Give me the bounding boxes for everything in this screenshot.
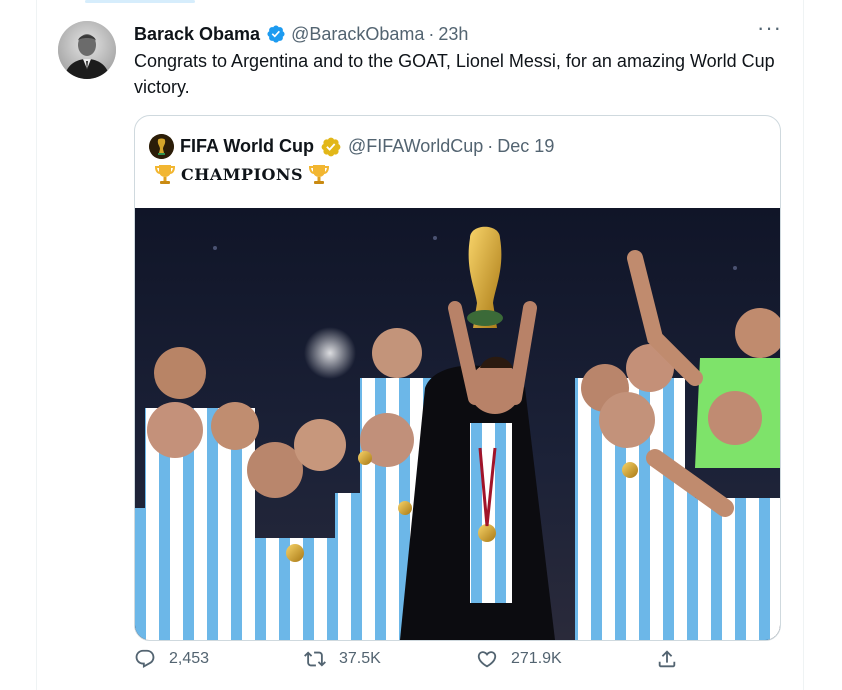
celebration-photo[interactable] [135, 208, 780, 640]
quoted-timestamp[interactable]: Dec 19 [497, 136, 554, 157]
quoted-header: FIFA World Cup @FIFAWorldCup · Dec 19 [149, 134, 554, 159]
retweet-button[interactable]: 37.5K [304, 648, 381, 670]
scroll-indicator [85, 0, 195, 3]
like-button[interactable]: 271.9K [476, 648, 562, 670]
reply-button[interactable]: 2,453 [134, 648, 209, 670]
action-bar: 2,453 37.5K 271.9K [134, 648, 694, 684]
retweet-icon [304, 651, 326, 667]
tweet-text: Congrats to Argentina and to the GOAT, L… [134, 51, 775, 97]
tweet-header: Barack Obama @BarackObama · 23h [134, 22, 468, 46]
tweet-card: Barack Obama @BarackObama · 23h ··· Cong… [36, 0, 804, 690]
tweet-timestamp[interactable]: 23h [438, 24, 468, 45]
quoted-text: CHAMPIONS [149, 162, 335, 186]
retweet-count: 37.5K [339, 650, 381, 667]
separator-dot: · [428, 23, 435, 44]
share-button[interactable] [656, 648, 691, 670]
like-icon [477, 651, 497, 668]
quoted-author-avatar[interactable] [149, 134, 174, 159]
separator-dot: · [487, 136, 494, 156]
share-icon [658, 650, 676, 668]
quoted-author-name[interactable]: FIFA World Cup [180, 136, 314, 157]
author-name[interactable]: Barack Obama [134, 24, 260, 45]
reply-icon [135, 649, 155, 669]
author-handle[interactable]: @BarackObama [291, 24, 424, 45]
verified-badge-icon [266, 24, 286, 44]
trophy-icon [153, 162, 177, 186]
like-count: 271.9K [511, 650, 562, 667]
top-divider [37, 0, 803, 4]
quoted-text-label: CHAMPIONS [181, 164, 304, 184]
quoted-author-handle[interactable]: @FIFAWorldCup [348, 136, 483, 157]
reply-count: 2,453 [169, 650, 210, 667]
author-avatar[interactable] [58, 21, 116, 79]
more-icon[interactable]: ··· [757, 17, 781, 46]
quoted-tweet[interactable]: FIFA World Cup @FIFAWorldCup · Dec 19 CH… [134, 115, 781, 641]
verified-badge-icon [320, 136, 342, 158]
trophy-icon [307, 162, 331, 186]
